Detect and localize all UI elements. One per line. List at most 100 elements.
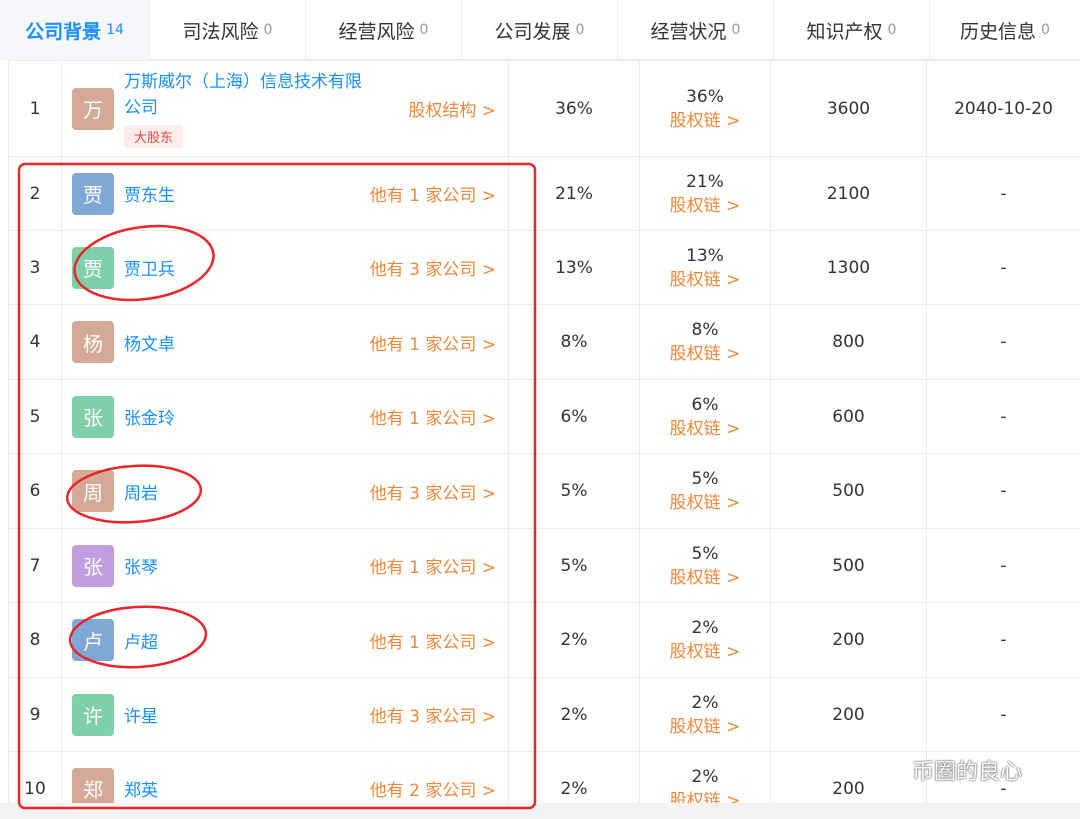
table-row: 3 贾贾卫兵 他有 3 家公司 > 13% 13% 股权链 > 1300 - [8,230,1080,305]
chain-ratio: 13% [686,245,724,266]
related-companies-link[interactable]: 他有 3 家公司 > [370,255,496,280]
equity-chain-link[interactable]: 股权链 > [640,109,770,133]
related-companies-link[interactable]: 他有 1 家公司 > [370,181,496,206]
subscription-date: - [926,677,1080,752]
shareholder-name-link[interactable]: 郑英 [124,776,158,801]
shareholding-ratio: 5% [508,453,640,529]
equity-chain-link[interactable]: 股权链 > [640,491,770,515]
shareholder-cell: 张张金玲 他有 1 家公司 > [61,379,509,454]
chain-ratio: 5% [691,543,719,564]
shareholder-name-link[interactable]: 许星 [124,702,158,727]
chain-ratio: 2% [691,692,719,713]
table-row: 1 万 万斯威尔（上海）信息技术有限公司 大股东 股权结构 > 36% 36% … [8,60,1080,157]
subscribed-amount: 600 [770,379,927,454]
tab-count: 0 [887,22,897,38]
tab-label: 历史信息 [960,20,1037,43]
shareholder-name-link[interactable]: 周岩 [124,479,158,504]
tab-label: 知识产权 [806,20,883,43]
watermark: 币圈的良心 [860,752,1022,788]
equity-chain-cell: 5% 股权链 > [639,528,771,603]
shareholder-name-link[interactable]: 贾东生 [124,181,175,206]
equity-chain-cell: 5% 股权链 > [639,453,771,529]
tab-count: 0 [731,22,741,38]
subscribed-amount: 2100 [770,156,927,231]
subscription-date: - [926,304,1080,380]
equity-chain-link[interactable]: 股权链 > [640,715,770,739]
chain-ratio: 5% [691,469,719,489]
tab-operating-status[interactable]: 经营状况 0 [618,0,774,60]
shareholding-ratio: 36% [508,60,640,157]
row-number: 6 [8,453,62,529]
shareholder-name-link[interactable]: 万斯威尔（上海）信息技术有限公司 [124,69,374,121]
tab-history[interactable]: 历史信息 0 [930,0,1080,60]
subscribed-amount: 1300 [770,230,927,305]
related-companies-link[interactable]: 他有 1 家公司 > [370,330,496,355]
tab-count: 0 [419,22,429,38]
row-number: 9 [8,677,62,752]
row-number: 8 [8,602,62,678]
equity-chain-link[interactable]: 股权链 > [640,194,770,218]
avatar: 许 [72,693,114,736]
subscribed-amount: 800 [770,304,927,380]
related-companies-link[interactable]: 他有 3 家公司 > [370,702,496,727]
tab-operating-risk[interactable]: 经营风险 0 [306,0,462,60]
table-row: 5 张张金玲 他有 1 家公司 > 6% 6% 股权链 > 600 - [8,379,1080,454]
tab-count: 0 [1041,22,1050,38]
avatar: 杨 [72,321,114,363]
related-companies-link[interactable]: 他有 1 家公司 > [370,553,496,578]
subscribed-amount: 500 [770,453,927,529]
tab-label: 经营风险 [338,20,415,43]
shareholder-name-link[interactable]: 张琴 [124,553,158,578]
shareholder-cell: 贾贾东生 他有 1 家公司 > [61,156,509,231]
tab-company-development[interactable]: 公司发展 0 [462,0,618,60]
subscription-date: 2040-10-20 [926,60,1080,157]
related-companies-link[interactable]: 他有 1 家公司 > [370,404,496,429]
subscribed-amount: 500 [770,528,927,603]
equity-chain-cell: 36% 股权链 > [639,60,771,157]
tab-label: 公司发展 [494,20,571,43]
tab-judicial-risk[interactable]: 司法风险 0 [150,0,306,60]
watermark-text: 币圈的良心 [912,760,1023,785]
equity-chain-link[interactable]: 股权链 > [640,640,770,664]
subscription-date: - [926,230,1080,305]
major-shareholder-badge: 大股东 [124,125,184,148]
equity-chain-link[interactable]: 股权链 > [640,342,770,366]
subscription-date: - [926,453,1080,529]
related-companies-link[interactable]: 他有 3 家公司 > [370,479,496,504]
equity-structure-link[interactable]: 股权结构 > [408,96,496,121]
avatar: 张 [72,395,114,438]
shareholding-ratio: 2% [508,677,640,752]
equity-chain-link[interactable]: 股权链 > [640,566,770,590]
chain-ratio: 2% [691,766,719,787]
avatar: 贾 [72,246,114,289]
equity-chain-cell: 6% 股权链 > [639,379,771,454]
shareholder-cell: 贾贾卫兵 他有 3 家公司 > [61,230,509,305]
equity-chain-cell: 8% 股权链 > [639,304,771,380]
tab-intellectual-property[interactable]: 知识产权 0 [774,0,930,60]
chain-ratio: 21% [686,171,724,192]
related-companies-link[interactable]: 他有 2 家公司 > [370,776,496,801]
equity-chain-link[interactable]: 股权链 > [640,417,770,441]
shareholding-ratio: 21% [508,156,640,231]
tab-label: 司法风险 [182,20,259,43]
row-number: 7 [8,528,62,603]
tab-count: 0 [263,22,273,38]
subscription-date: - [926,156,1080,231]
shareholder-name-link[interactable]: 卢超 [124,628,158,653]
shareholder-name-link[interactable]: 贾卫兵 [124,255,175,280]
avatar: 张 [72,544,114,587]
related-companies-link[interactable]: 他有 1 家公司 > [370,628,496,653]
shareholder-name-link[interactable]: 张金玲 [124,404,175,429]
shareholder-cell: 许许星 他有 3 家公司 > [61,677,509,752]
wechat-icon [862,754,902,786]
shareholding-ratio: 6% [508,379,640,454]
avatar: 万 [72,87,114,130]
shareholding-ratio: 8% [508,304,640,380]
row-number: 2 [8,156,62,231]
shareholding-ratio: 5% [508,528,640,603]
equity-chain-link[interactable]: 股权链 > [640,268,770,292]
equity-chain-cell: 2% 股权链 > [639,677,771,752]
table-row: 9 许许星 他有 3 家公司 > 2% 2% 股权链 > 200 - [8,677,1080,752]
shareholder-name-link[interactable]: 杨文卓 [124,330,175,355]
tab-company-background[interactable]: 公司背景 14 [0,0,150,60]
